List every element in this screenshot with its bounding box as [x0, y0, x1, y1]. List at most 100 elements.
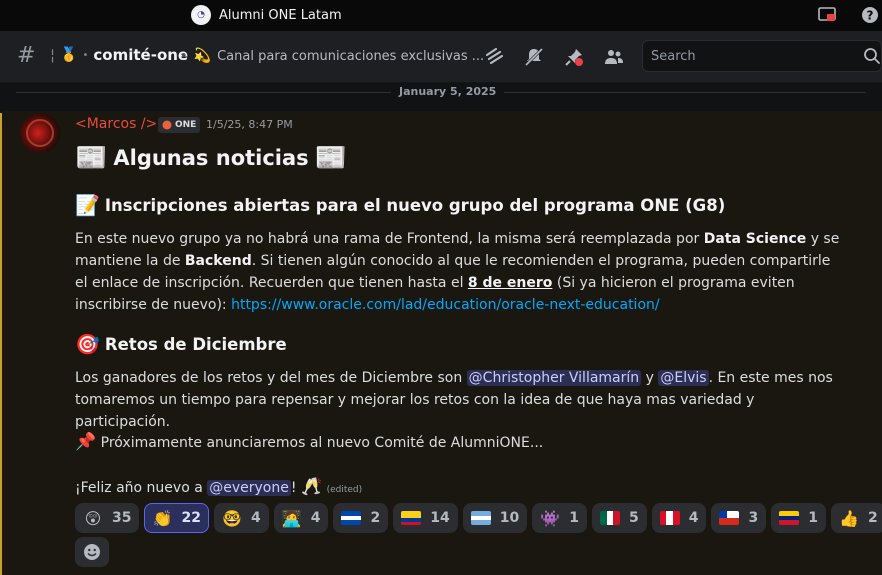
search-input[interactable] [651, 41, 851, 71]
avatar-ring [26, 119, 54, 147]
server-logo-icon: ◔ [191, 5, 211, 25]
reaction-count: 2 [370, 510, 381, 526]
memo-icon: 📝 [75, 193, 100, 217]
section1-text-1: En este nuevo grupo ya no habrá una rama… [75, 231, 704, 247]
pinned-messages-icon[interactable] [562, 45, 586, 69]
direct-hit-icon: 🎯 [75, 332, 100, 356]
member-list-icon[interactable] [602, 45, 626, 69]
search-box[interactable] [642, 40, 882, 72]
edited-marker: (edited) [326, 485, 363, 495]
reaction-count: 4 [310, 510, 321, 526]
message-heading-text: Algunas noticias [113, 146, 309, 170]
add-reaction-button[interactable] [75, 537, 109, 567]
message-timestamp[interactable]: 1/5/25, 8:47 PM [206, 118, 293, 131]
newspaper-icon: 📰 [75, 143, 108, 173]
section2-heading: 🎯 Retos de Diciembre [75, 332, 287, 356]
alien-monster-icon: 👾 [540, 508, 561, 528]
section2-text-1: Los ganadores de los retos y del mes de … [75, 370, 467, 386]
reaction-flag-ve[interactable]: 1 [771, 503, 826, 533]
channel-name-label: comité-one [93, 46, 189, 64]
channel-topic-text: Canal para comunicaciones exclusivas ... [217, 48, 485, 64]
clinking-glasses-icon: 🥂 [300, 477, 323, 497]
reaction-count: 10 [499, 510, 520, 526]
section1-heading-text: Inscripciones abiertas para el nuevo gru… [104, 195, 726, 215]
message-author[interactable]: <Marcos /> [75, 116, 157, 132]
help-icon[interactable]: ? [860, 5, 880, 25]
reaction-count: 22 [181, 510, 201, 526]
flag-el-salvador-icon [341, 511, 362, 525]
reaction-flag-pe[interactable]: 4 [651, 503, 707, 533]
threads-icon[interactable] [482, 45, 506, 69]
reaction-thumbs-up[interactable]: 👍 2 [830, 503, 882, 533]
announcement-paragraph: 📌 Próximamente anunciaremos al nuevo Com… [75, 431, 845, 454]
text-channel-icon: # [17, 43, 36, 68]
add-reaction-icon [84, 544, 100, 560]
flag-argentina-icon [470, 511, 491, 525]
astonished-face-icon: 😲 [84, 508, 102, 528]
reaction-count: 4 [250, 510, 261, 526]
section1-paragraph: En este nuevo grupo ya no habrá una rama… [75, 228, 845, 316]
reaction-flag-co[interactable]: 14 [393, 503, 458, 533]
window-title: Alumni ONE Latam [219, 7, 342, 23]
section1-heading: 📝 Inscripciones abiertas para el nuevo g… [75, 193, 725, 217]
closing-paragraph: ¡Feliz año nuevo a @everyone! 🥂 (edited) [75, 476, 845, 501]
reaction-count: 1 [569, 510, 579, 526]
screen-share-icon[interactable] [817, 5, 837, 25]
reaction-bar: 😲 35 👏 22 🤓 4 🧑‍💻 4 2 14 10 👾 1 5 4 3 [75, 503, 882, 533]
channel-topic[interactable]: • 💫 Canal para comunicaciones exclusivas… [180, 48, 484, 64]
section1-bold-2: Backend [184, 253, 252, 269]
announcement-text: Próximamente anunciaremos al nuevo Comit… [100, 435, 544, 451]
pushpin-icon: 📌 [75, 432, 97, 452]
clapping-hands-icon: 👏 [152, 508, 173, 528]
reaction-nerd[interactable]: 🤓 4 [213, 503, 269, 533]
dizzy-icon: 💫 [193, 48, 212, 64]
section1-bold-3: 8 de enero [467, 275, 553, 291]
reaction-count: 35 [112, 510, 132, 526]
everyone-mention[interactable]: @everyone [207, 480, 291, 496]
reaction-alien[interactable]: 👾 1 [532, 503, 587, 533]
flag-chile-icon [719, 511, 740, 525]
section2-text-2: y [641, 370, 659, 386]
reaction-clapping[interactable]: 👏 22 [144, 503, 209, 533]
reaction-technologist[interactable]: 🧑‍💻 4 [273, 503, 329, 533]
reaction-count: 3 [748, 510, 759, 526]
window-titlebar: ◔ Alumni ONE Latam ? [0, 0, 882, 31]
flag-peru-icon [659, 511, 680, 525]
reaction-count: 2 [867, 510, 878, 526]
reaction-count: 14 [430, 510, 450, 526]
thumbs-up-icon: 👍 [838, 508, 859, 528]
reaction-flag-mx[interactable]: 5 [591, 503, 647, 533]
channel-divider: ¦ [50, 46, 56, 64]
date-divider-label: January 5, 2025 [391, 85, 505, 98]
section1-bold-1: Data Science [703, 231, 807, 247]
medal-icon: 🥇 [60, 47, 78, 63]
flag-mexico-icon [599, 511, 620, 525]
window-title-group: ◔ Alumni ONE Latam [191, 5, 342, 25]
avatar[interactable] [20, 113, 60, 153]
reaction-flag-ar[interactable]: 10 [462, 503, 528, 533]
notification-settings-icon[interactable] [522, 45, 546, 69]
reaction-flag-cl[interactable]: 3 [711, 503, 767, 533]
registration-link[interactable]: https://www.oracle.com/lad/education/ora… [231, 297, 660, 313]
highlight-bar [0, 113, 2, 575]
reaction-count: 4 [688, 510, 699, 526]
section2-heading-text: Retos de Diciembre [104, 334, 287, 354]
reaction-astonished[interactable]: 😲 35 [75, 503, 140, 533]
nerd-face-icon: 🤓 [222, 508, 242, 528]
reaction-count: 5 [628, 510, 639, 526]
server-tag[interactable]: ONE [158, 117, 201, 133]
server-tag-label: ONE [175, 120, 197, 130]
person-at-computer-icon: 🧑‍💻 [281, 508, 302, 528]
reaction-flag-sv[interactable]: 2 [333, 503, 389, 533]
user-mention[interactable]: @Elvis [658, 370, 709, 386]
channel-name[interactable]: ¦ 🥇 • comité-one [50, 46, 188, 64]
tag-flame-icon [162, 120, 172, 130]
search-icon[interactable] [863, 47, 881, 65]
reaction-count: 1 [808, 510, 818, 526]
flag-venezuela-icon [779, 511, 800, 525]
closing-text-2: ! [290, 480, 297, 496]
user-mention[interactable]: @Christopher Villamarín [466, 370, 642, 386]
closing-text-1: ¡Feliz año nuevo a [75, 480, 208, 496]
svg-text:?: ? [867, 9, 874, 23]
message-heading: 📰 Algunas noticias 📰 [75, 143, 347, 173]
